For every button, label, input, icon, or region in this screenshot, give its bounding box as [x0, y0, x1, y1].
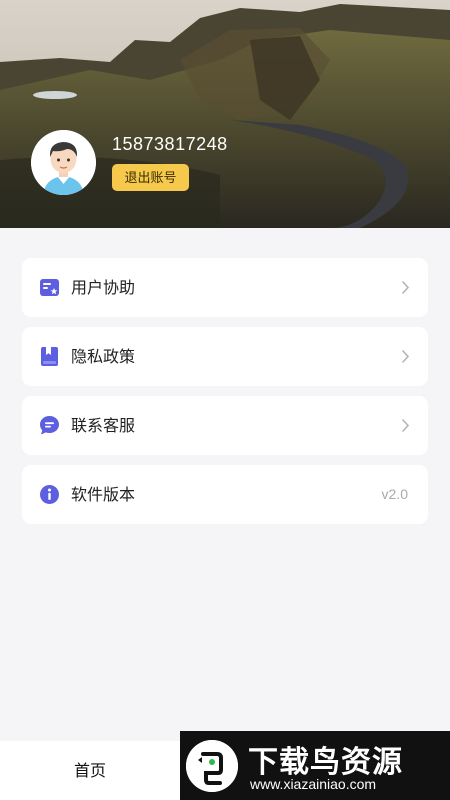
- avatar[interactable]: [31, 130, 96, 195]
- watermark-url: www.xiazainiao.com: [250, 776, 377, 792]
- version-text: v2.0: [381, 486, 408, 502]
- avatar-icon: [31, 130, 96, 195]
- chevron-right-icon: [401, 418, 410, 433]
- menu-item-privacy-policy[interactable]: 隐私政策: [22, 327, 428, 386]
- tab-home[interactable]: 首页: [0, 741, 180, 800]
- chevron-right-icon: [401, 280, 410, 295]
- menu-item-label: 用户协助: [71, 278, 136, 297]
- chat-bubble-icon: [39, 415, 60, 436]
- menu-item-user-assistance[interactable]: 用户协助: [22, 258, 428, 317]
- settings-menu: 用户协助 隐私政策 联系客服 软件版本 v2.0: [22, 258, 428, 534]
- logout-button[interactable]: 退出账号: [112, 164, 189, 191]
- menu-item-label: 联系客服: [71, 416, 136, 435]
- menu-item-software-version[interactable]: 软件版本 v2.0: [22, 465, 428, 524]
- profile-header: 15873817248 退出账号: [0, 0, 450, 228]
- menu-item-label: 软件版本: [71, 485, 136, 504]
- menu-item-customer-service[interactable]: 联系客服: [22, 396, 428, 455]
- watermark-banner: 下载鸟资源 www.xiazainiao.com: [180, 731, 450, 800]
- chevron-right-icon: [401, 349, 410, 364]
- info-icon: [39, 484, 60, 505]
- watermark-title: 下载鸟资源: [248, 745, 403, 780]
- bird-logo-icon: [186, 740, 238, 792]
- book-icon: [39, 346, 60, 367]
- card-star-icon: [39, 277, 60, 298]
- menu-item-label: 隐私政策: [71, 347, 136, 366]
- phone-number: 15873817248: [112, 134, 228, 154]
